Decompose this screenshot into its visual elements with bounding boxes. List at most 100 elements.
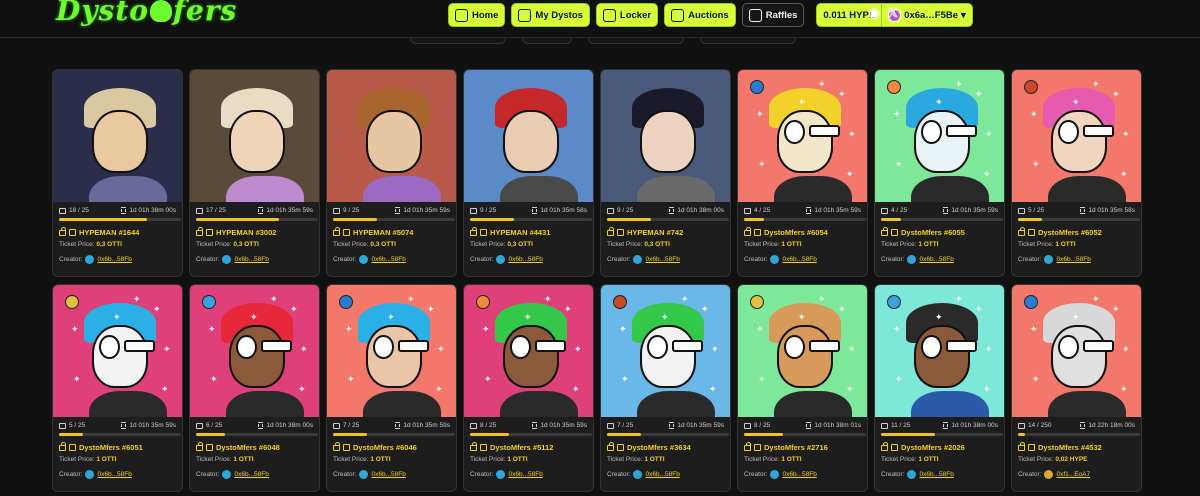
nft-title[interactable]: DystoMfers #6052	[1018, 227, 1135, 237]
raffle-card[interactable]: ✦ ✦ ✦ ✦ ✦ ✦ ✦ 7 / 25 1d 01h 35m 59s DystoMfers…	[600, 284, 731, 492]
creator-link[interactable]: 0x6b...58Fb	[782, 256, 816, 263]
creator-row: Creator: 0x6b...58Fb	[744, 254, 861, 264]
raffle-card[interactable]: ✦ ✦ ✦ ✦ ✦ ✦ ✦ 5 / 25 1d 01h 35m 59s DystoMfers…	[52, 284, 183, 492]
star-icon: ✦	[73, 374, 81, 384]
nft-title[interactable]: HYPEMAN #3002	[196, 227, 313, 237]
gift-icon	[617, 228, 624, 236]
filter-tab[interactable]	[410, 38, 506, 44]
creator-link[interactable]: 0x6b...58Fb	[371, 471, 405, 478]
nft-image[interactable]: ✦ ✦ ✦ ✦ ✦ ✦ ✦	[738, 70, 867, 202]
raffle-card[interactable]: 9 / 25 1d 01h 35m 58s HYPEMAN #4431 Tick…	[463, 69, 594, 277]
nft-title[interactable]: DystoMfers #3634	[607, 442, 724, 452]
progress-bar	[59, 433, 181, 436]
nft-title[interactable]: DystoMfers #6054	[744, 227, 861, 237]
nft-title[interactable]: DystoMfers #6046	[333, 442, 450, 452]
x-twitter-icon[interactable]: 𝕏	[885, 6, 901, 20]
discord-icon[interactable]: ◉	[866, 6, 882, 20]
nft-image[interactable]: ✦ ✦ ✦ ✦ ✦ ✦ ✦	[738, 285, 867, 417]
filter-tab[interactable]	[522, 38, 572, 44]
tickets-sold: 11 / 25	[881, 422, 910, 429]
tickets-sold: 5 / 25	[1018, 207, 1044, 214]
nav-locker-button[interactable]: Locker	[595, 3, 659, 27]
nft-title[interactable]: DystoMfers #4532	[1018, 442, 1135, 452]
raffle-card[interactable]: 18 / 25 1d 01h 38m 00s HYPEMAN #1644 Tic…	[52, 69, 183, 277]
ticket-row: 9 / 25 1d 01h 35m 58s	[470, 206, 587, 215]
raffle-card[interactable]: ✦ ✦ ✦ ✦ ✦ ✦ ✦ 8 / 25 1d 01h 35m 59s DystoMfers…	[463, 284, 594, 492]
card-info: 18 / 25 1d 01h 38m 00s HYPEMAN #1644 Tic…	[53, 202, 182, 264]
nft-image[interactable]	[464, 70, 593, 202]
card-info: 14 / 250 1d 22h 18m 00s DystoMfers #4532…	[1012, 417, 1141, 479]
star-icon: ✦	[1092, 79, 1100, 89]
nav-auctions-button[interactable]: Auctions	[664, 3, 736, 27]
nft-image[interactable]: ✦ ✦ ✦ ✦ ✦ ✦ ✦	[875, 285, 1004, 417]
creator-label: Creator:	[196, 470, 220, 478]
creator-row: Creator: 0x6b...58Fb	[881, 254, 998, 264]
creator-label: Creator:	[59, 255, 83, 263]
nft-image[interactable]	[327, 70, 456, 202]
nft-image[interactable]	[53, 70, 182, 202]
nft-title[interactable]: DystoMfers #6055	[881, 227, 998, 237]
nft-image[interactable]	[601, 70, 730, 202]
visor-icon	[1082, 340, 1114, 353]
card-info: 5 / 25 1d 01h 35m 58s DystoMfers #6052 T…	[1012, 202, 1141, 264]
tickets-count: 6 / 25	[206, 422, 223, 429]
creator-link[interactable]: 0x6b...58Fb	[919, 471, 953, 478]
nft-image[interactable]: ✦ ✦ ✦ ✦ ✦ ✦ ✦	[875, 70, 1004, 202]
gift-icon	[480, 228, 487, 236]
nft-title[interactable]: DystoMfers #2026	[881, 442, 998, 452]
nft-image[interactable]: ✦ ✦ ✦ ✦ ✦ ✦ ✦	[53, 285, 182, 417]
nft-title[interactable]: DystoMfers #2716	[744, 442, 861, 452]
creator-link[interactable]: 0x6b...58Fb	[97, 471, 131, 478]
filter-tab[interactable]	[588, 38, 684, 44]
raffle-card[interactable]: ✦ ✦ ✦ ✦ ✦ ✦ ✦ 4 / 25 1d 01h 35m 59s DystoMfers…	[874, 69, 1005, 277]
nav-my-dystos-button[interactable]: My Dystos	[511, 3, 590, 27]
creator-link[interactable]: 0x6b...58Fb	[508, 471, 542, 478]
nft-image[interactable]: ✦ ✦ ✦ ✦ ✦ ✦ ✦	[464, 285, 593, 417]
nav-raffles-button[interactable]: Raffles	[741, 3, 805, 27]
creator-link[interactable]: 0x6b...58Fb	[97, 256, 131, 263]
creator-link[interactable]: 0x6b...58Fb	[782, 471, 816, 478]
creator-link[interactable]: 0x6b...58Fb	[1056, 256, 1090, 263]
creator-link[interactable]: 0x6b...58Fb	[645, 471, 679, 478]
nft-title[interactable]: DystoMfers #5112	[470, 442, 587, 452]
raffle-card[interactable]: 9 / 25 1d 01h 38m 00s HYPEMAN #742 Ticke…	[600, 69, 731, 277]
creator-link[interactable]: 0x6b...58Fb	[645, 256, 679, 263]
nft-title[interactable]: HYPEMAN #742	[607, 227, 724, 237]
raffle-card[interactable]: ✦ ✦ ✦ ✦ ✦ ✦ ✦ 4 / 25 1d 01h 35m 59s DystoMfers…	[737, 69, 868, 277]
nft-image[interactable]: ✦ ✦ ✦ ✦ ✦ ✦ ✦	[190, 285, 319, 417]
raffle-card[interactable]: 9 / 25 1d 01h 35m 59s HYPEMAN #5074 Tick…	[326, 69, 457, 277]
raffle-card[interactable]: ✦ ✦ ✦ ✦ ✦ ✦ ✦ 7 / 25 1d 01h 35m 59s DystoMfers…	[326, 284, 457, 492]
nft-title[interactable]: HYPEMAN #4431	[470, 227, 587, 237]
raffle-card[interactable]: ✦ ✦ ✦ ✦ ✦ ✦ ✦ 5 / 25 1d 01h 35m 58s DystoMfers…	[1011, 69, 1142, 277]
nft-title[interactable]: DystoMfers #6048	[196, 442, 313, 452]
creator-link[interactable]: 0x6b...58Fb	[234, 256, 268, 263]
star-icon: ✦	[818, 79, 826, 89]
nft-image[interactable]: ✦ ✦ ✦ ✦ ✦ ✦ ✦	[1012, 70, 1141, 202]
raffle-card[interactable]: ✦ ✦ ✦ ✦ ✦ ✦ ✦ 6 / 25 1d 01h 38m 00s DystoMfers…	[189, 284, 320, 492]
star-icon: ✦	[1122, 129, 1130, 139]
raffle-card[interactable]: 17 / 25 1d 01h 35m 59s HYPEMAN #3002 Tic…	[189, 69, 320, 277]
nft-image[interactable]: ✦ ✦ ✦ ✦ ✦ ✦ ✦	[1012, 285, 1141, 417]
creator-link[interactable]: 0x6b...58Fb	[371, 256, 405, 263]
creator-link[interactable]: 0x6b...58Fb	[919, 256, 953, 263]
nft-image[interactable]: ✦ ✦ ✦ ✦ ✦ ✦ ✦	[601, 285, 730, 417]
nft-title[interactable]: HYPEMAN #5074	[333, 227, 450, 237]
visor-icon	[808, 340, 840, 353]
site-logo[interactable]: Dysto fers	[56, 0, 237, 28]
nav-home-button[interactable]: Home	[448, 3, 506, 27]
nft-image[interactable]	[190, 70, 319, 202]
nft-face	[639, 324, 697, 388]
raffle-card[interactable]: ✦ ✦ ✦ ✦ ✦ ✦ ✦ 14 / 250 1d 22h 18m 00s DystoMfe…	[1011, 284, 1142, 492]
lock-icon	[881, 227, 888, 236]
tickets-count: 11 / 25	[891, 422, 911, 429]
filter-tab[interactable]	[700, 38, 796, 44]
creator-link[interactable]: 0x6b...58Fb	[508, 256, 542, 263]
progress-bar	[333, 433, 455, 436]
nft-title[interactable]: DystoMfers #6051	[59, 442, 176, 452]
raffle-card[interactable]: ✦ ✦ ✦ ✦ ✦ ✦ ✦ 8 / 25 1d 01h 38m 01s DystoMfers…	[737, 284, 868, 492]
raffle-card[interactable]: ✦ ✦ ✦ ✦ ✦ ✦ ✦ 11 / 25 1d 01h 38m 00s DystoMfer…	[874, 284, 1005, 492]
creator-link[interactable]: 0xf1...EoA7	[1056, 471, 1090, 478]
nft-title[interactable]: HYPEMAN #1644	[59, 227, 176, 237]
creator-link[interactable]: 0x6b...58Fb	[234, 471, 268, 478]
nft-image[interactable]: ✦ ✦ ✦ ✦ ✦ ✦ ✦	[327, 285, 456, 417]
